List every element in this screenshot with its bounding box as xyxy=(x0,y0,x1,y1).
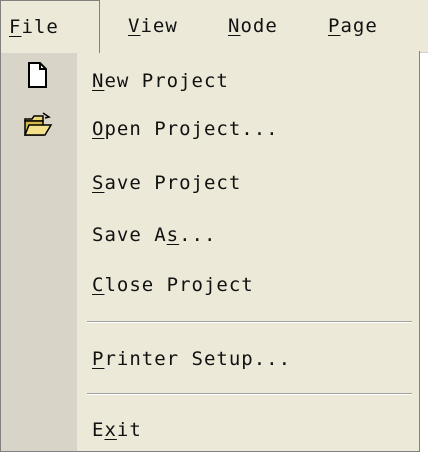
accelerator-o: O xyxy=(92,118,105,140)
menu-item-exit[interactable]: Exit xyxy=(77,406,415,452)
accelerator-x: x xyxy=(104,419,117,441)
menu-bar: File View Node Page xyxy=(0,0,428,53)
file-menu-dropdown: New Project Open Project... Save Project… xyxy=(0,51,420,452)
menu-item-save-as[interactable]: Save As... xyxy=(77,211,415,259)
accelerator-p: P xyxy=(92,348,105,370)
menu-page[interactable]: Page xyxy=(328,0,378,52)
menu-item-new-project[interactable]: New Project xyxy=(77,57,415,105)
accelerator-s-lower: s xyxy=(166,224,180,246)
menu-item-printer-setup[interactable]: Printer Setup... xyxy=(77,335,415,383)
accelerator-c: C xyxy=(92,274,105,296)
accelerator-n: N xyxy=(92,70,105,92)
menu-view[interactable]: View xyxy=(128,0,178,52)
menu-separator xyxy=(87,321,412,323)
menu-node[interactable]: Node xyxy=(228,0,278,52)
menu-node-accelerator: N xyxy=(228,15,241,37)
menu-file[interactable]: File xyxy=(0,0,100,53)
menu-item-close-project[interactable]: Close Project xyxy=(77,261,415,309)
menu-item-save-project[interactable]: Save Project xyxy=(77,159,415,207)
menu-file-accelerator: F xyxy=(9,16,22,38)
new-document-icon xyxy=(23,61,51,89)
menu-separator xyxy=(87,393,412,395)
open-folder-icon xyxy=(23,111,53,139)
accelerator-s: S xyxy=(92,172,105,194)
menu-item-open-project[interactable]: Open Project... xyxy=(77,105,415,153)
menu-view-accelerator: V xyxy=(128,15,141,37)
screen: File View Node Page New Project Open Pro… xyxy=(0,0,428,452)
menu-page-accelerator: P xyxy=(328,15,341,37)
